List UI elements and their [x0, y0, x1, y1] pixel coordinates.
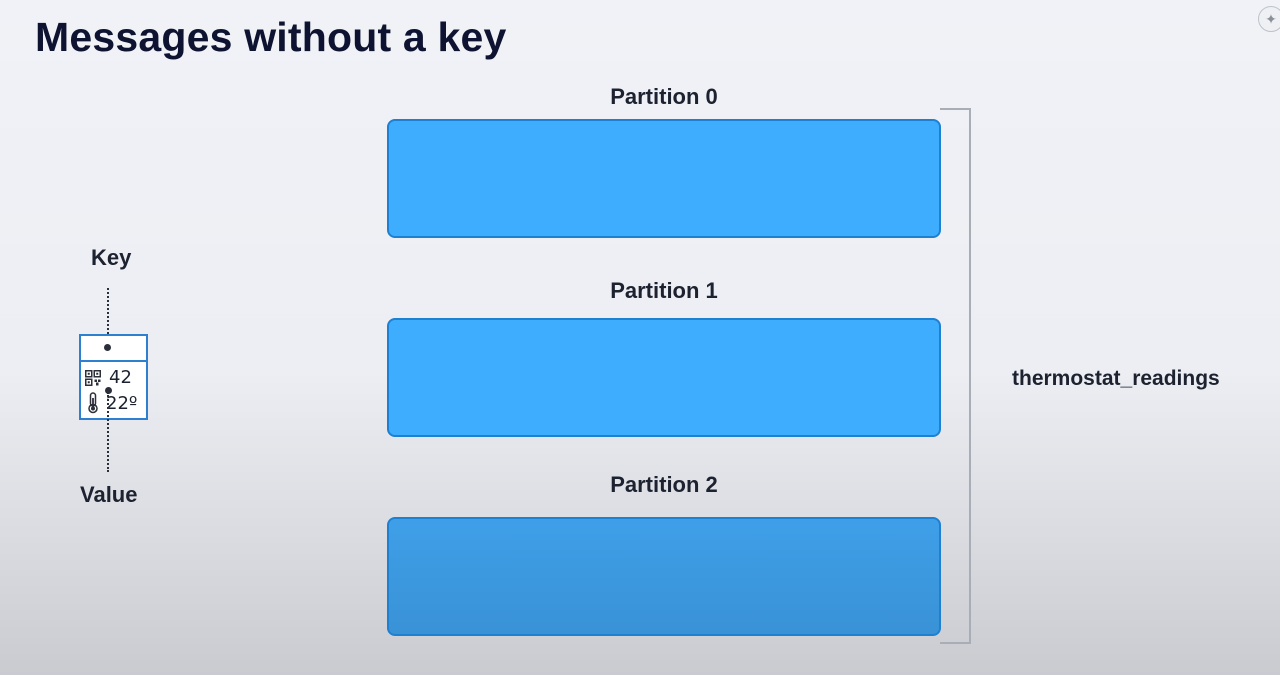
topic-bracket: [940, 108, 971, 644]
topic-label: thermostat_readings: [1012, 367, 1220, 390]
message-card: 42 22º: [79, 334, 148, 420]
partition-2-label: Partition 2: [610, 472, 718, 497]
partition-2-box: [387, 517, 941, 636]
value-connector-line: [107, 392, 109, 472]
message-key-slot: [81, 336, 146, 362]
partition-1-box: [387, 318, 941, 437]
partition-1-label: Partition 1: [610, 278, 718, 303]
device-id-row: 42: [85, 367, 132, 388]
device-id-value: 42: [109, 367, 132, 388]
slide-title: Messages without a key: [35, 14, 507, 60]
sparkle-icon[interactable]: ✦: [1258, 6, 1280, 32]
qr-code-icon: [85, 369, 101, 386]
partition-0-label: Partition 0: [610, 84, 718, 109]
key-anchor-dot: [104, 344, 111, 351]
key-label: Key: [91, 245, 132, 270]
temperature-value: 22º: [106, 392, 138, 414]
temperature-row: 22º: [85, 392, 137, 414]
partition-0-box: [387, 119, 941, 238]
value-label: Value: [80, 482, 138, 507]
thermometer-icon: [88, 392, 98, 414]
